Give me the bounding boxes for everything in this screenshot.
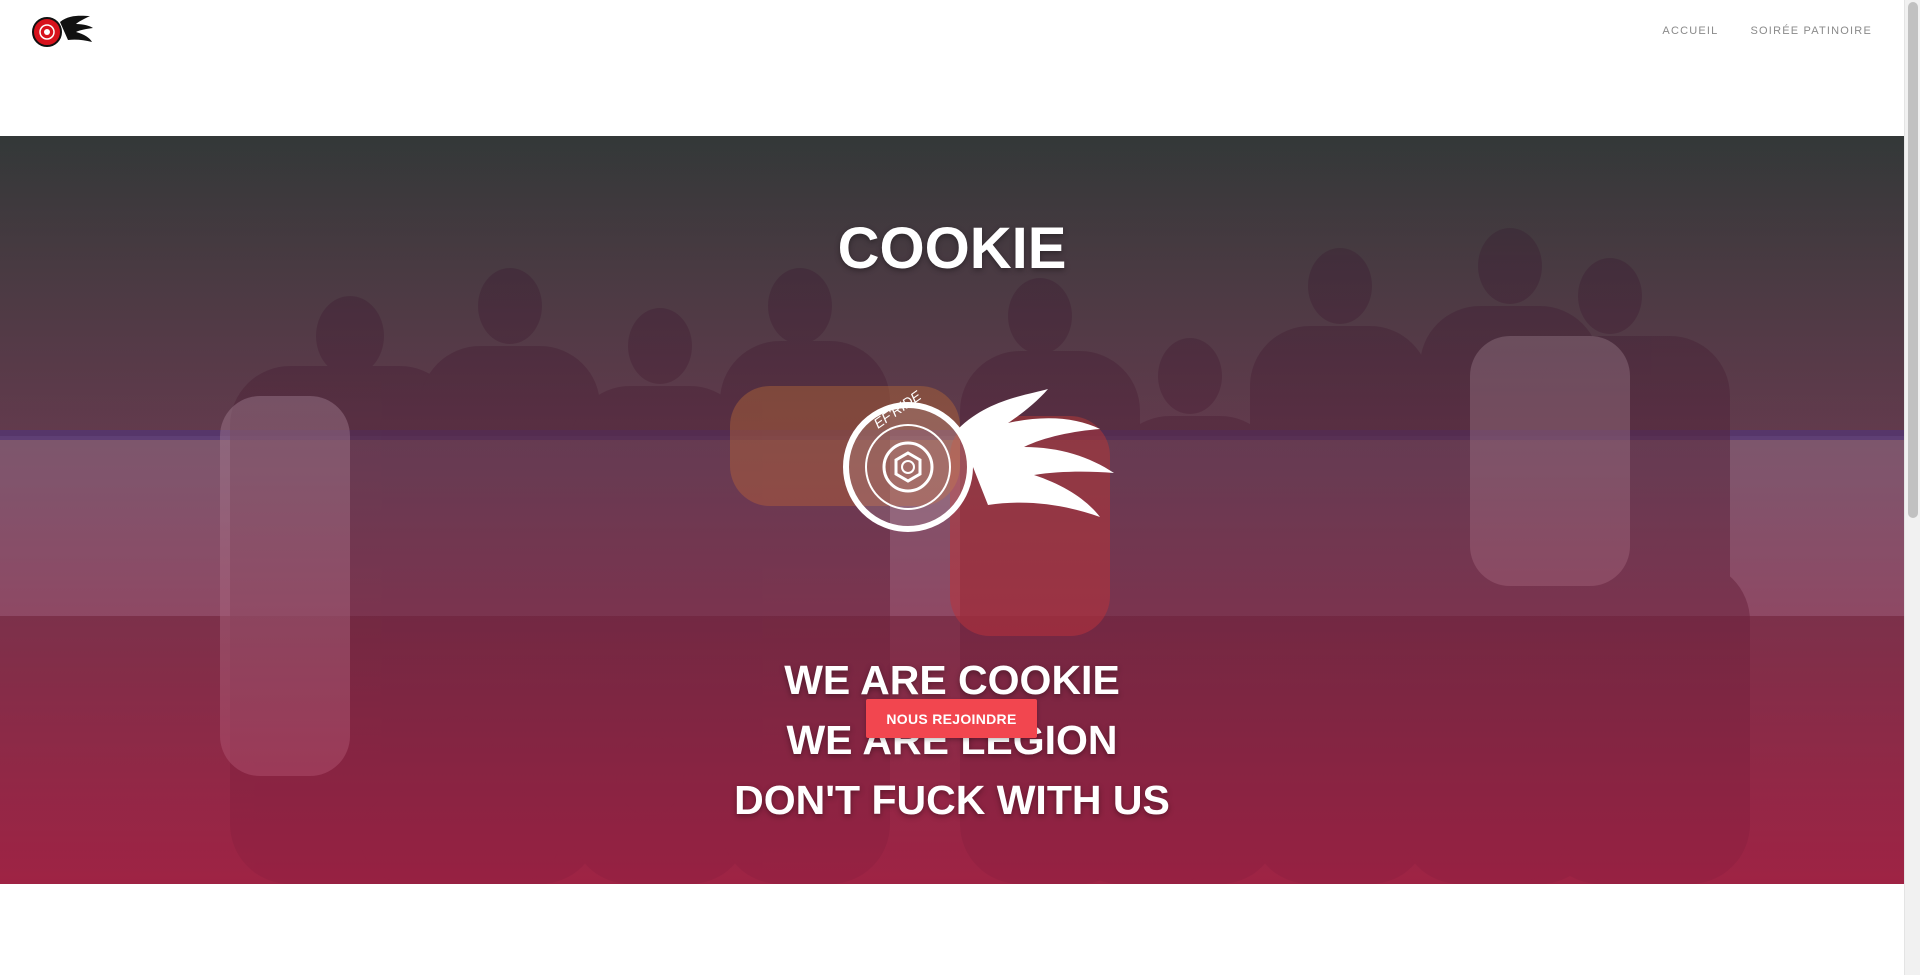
- flaming-wheel-emblem-icon: EF'RIDE: [843, 389, 1114, 532]
- hero-tagline: WE ARE COOKIE WE ARE LEGION DON'T FUCK W…: [0, 650, 1904, 830]
- scrollbar-thumb[interactable]: [1908, 2, 1918, 518]
- vertical-scrollbar[interactable]: [1904, 0, 1920, 975]
- join-us-button[interactable]: NOUS REJOINDRE: [866, 699, 1037, 738]
- hero-line-3: DON'T FUCK WITH US: [734, 777, 1170, 823]
- flaming-wheel-logo-icon[interactable]: [30, 12, 94, 52]
- main-nav: ACCUEIL SOIRÉE PATINOIRE: [1662, 24, 1872, 38]
- page: ACCUEIL SOIRÉE PATINOIRE COOKIE EF'RIDE …: [0, 0, 1920, 975]
- nav-link-soiree-patinoire[interactable]: SOIRÉE PATINOIRE: [1751, 24, 1872, 38]
- site-header: ACCUEIL SOIRÉE PATINOIRE: [0, 0, 1904, 136]
- nav-link-accueil[interactable]: ACCUEIL: [1662, 24, 1718, 38]
- hero-title: COOKIE: [837, 216, 1067, 281]
- hero-section: COOKIE EF'RIDE WE ARE COOKIE WE ARE LEGI…: [0, 136, 1904, 884]
